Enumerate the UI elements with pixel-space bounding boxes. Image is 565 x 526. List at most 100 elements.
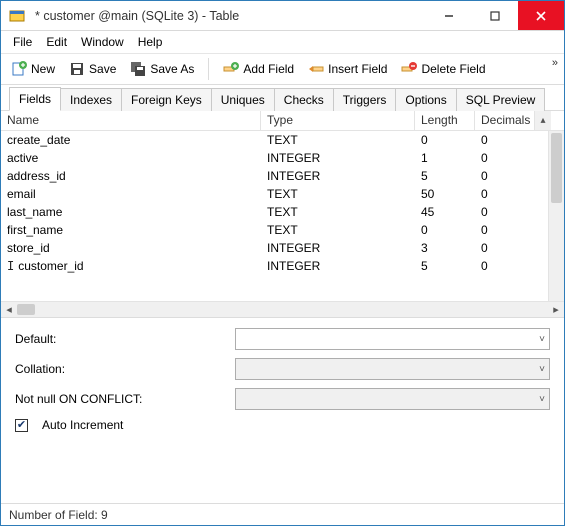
table-row[interactable]: address_id INTEGER50 (1, 167, 564, 185)
cell-length[interactable]: 5 (415, 168, 475, 184)
cell-type[interactable]: INTEGER (261, 240, 415, 256)
table-row[interactable]: email TEXT500 (1, 185, 564, 203)
minimize-button[interactable] (426, 1, 472, 30)
cell-decimals[interactable]: 0 (475, 240, 535, 256)
cell-name[interactable]: email (1, 186, 261, 202)
cell-name[interactable]: Icustomer_id (1, 258, 261, 274)
scroll-up-icon[interactable]: ▴ (535, 111, 551, 130)
check-icon: ✔ (17, 420, 26, 431)
col-name[interactable]: Name (1, 111, 261, 130)
col-decimals[interactable]: Decimals (475, 111, 535, 130)
cell-decimals[interactable]: 0 (475, 222, 535, 238)
app-icon (7, 6, 27, 26)
hscroll-thumb[interactable] (17, 304, 35, 315)
notnull-select[interactable]: ˅ (235, 388, 550, 410)
menu-file[interactable]: File (7, 33, 38, 51)
cell-name[interactable]: address_id (1, 168, 261, 184)
scroll-left-icon[interactable]: ◂ (1, 302, 17, 318)
tab-checks[interactable]: Checks (274, 88, 334, 111)
cell-length[interactable]: 0 (415, 222, 475, 238)
name-text: create_date (7, 133, 70, 147)
menu-window[interactable]: Window (75, 33, 130, 51)
close-button[interactable] (518, 1, 564, 30)
tab-uniques[interactable]: Uniques (211, 88, 275, 111)
cell-decimals[interactable]: 0 (475, 204, 535, 220)
cell-type[interactable]: TEXT (261, 222, 415, 238)
new-label: New (31, 62, 55, 76)
save-as-button[interactable]: Save As (124, 58, 200, 80)
table-row[interactable]: last_nameTEXT450 (1, 203, 564, 221)
tab-foreign-keys[interactable]: Foreign Keys (121, 88, 212, 111)
tab-options[interactable]: Options (395, 88, 456, 111)
cell-decimals[interactable]: 0 (475, 150, 535, 166)
spacer (1, 436, 564, 503)
save-label: Save (89, 62, 116, 76)
cell-name[interactable]: store_id (1, 240, 261, 256)
cell-name[interactable]: active (1, 150, 261, 166)
name-text: address_id (7, 169, 66, 183)
cell-type[interactable]: INTEGER (261, 168, 415, 184)
chevron-down-icon: ˅ (539, 394, 545, 405)
cell-length[interactable]: 5 (415, 258, 475, 274)
menu-edit[interactable]: Edit (40, 33, 73, 51)
maximize-button[interactable] (472, 1, 518, 30)
cell-name[interactable]: last_name (1, 204, 261, 220)
cell-type[interactable]: TEXT (261, 186, 415, 202)
save-as-label: Save As (150, 62, 194, 76)
name-text: email (7, 187, 36, 201)
cell-type[interactable]: TEXT (261, 204, 415, 220)
cell-length[interactable]: 3 (415, 240, 475, 256)
grid-body[interactable]: create_dateTEXT00activeINTEGER10address_… (1, 131, 564, 301)
auto-increment-checkbox[interactable]: ✔ (15, 419, 28, 432)
cell-type[interactable]: INTEGER (261, 150, 415, 166)
cell-length[interactable]: 1 (415, 150, 475, 166)
col-type[interactable]: Type (261, 111, 415, 130)
insert-field-button[interactable]: Insert Field (302, 58, 393, 80)
cell-length[interactable]: 0 (415, 132, 475, 148)
tab-fields[interactable]: Fields (9, 87, 61, 111)
toolbar-overflow-icon[interactable]: » (552, 58, 558, 69)
cell-name[interactable]: first_name (1, 222, 261, 238)
name-text: customer_id (18, 259, 83, 273)
delete-field-button[interactable]: Delete Field (395, 58, 491, 80)
tab-indexes[interactable]: Indexes (60, 88, 122, 111)
row-autoinc: ✔ Auto Increment (15, 418, 550, 432)
status-text: Number of Field: 9 (9, 508, 108, 522)
table-row[interactable]: Icustomer_idINTEGER50 (1, 257, 564, 275)
table-row[interactable]: store_idINTEGER30 (1, 239, 564, 257)
chevron-down-icon: ˅ (539, 364, 545, 375)
vertical-scrollbar[interactable] (548, 131, 564, 301)
text-cursor-icon: I (7, 259, 14, 273)
cell-name[interactable]: create_date (1, 132, 261, 148)
tab-triggers[interactable]: Triggers (333, 88, 397, 111)
scroll-right-icon[interactable]: ▸ (548, 302, 564, 318)
label-notnull: Not null ON CONFLICT: (15, 392, 225, 406)
save-button[interactable]: Save (63, 58, 122, 80)
cell-decimals[interactable]: 0 (475, 258, 535, 274)
col-length[interactable]: Length (415, 111, 475, 130)
cell-length[interactable]: 45 (415, 204, 475, 220)
default-select[interactable]: ˅ (235, 328, 550, 350)
new-button[interactable]: New (5, 58, 61, 80)
table-row[interactable]: create_dateTEXT00 (1, 131, 564, 149)
name-text: first_name (7, 223, 63, 237)
window-title: * customer @main (SQLite 3) - Table (33, 9, 426, 23)
collation-select[interactable]: ˅ (235, 358, 550, 380)
cell-decimals[interactable]: 0 (475, 186, 535, 202)
cell-decimals[interactable]: 0 (475, 168, 535, 184)
tab-sql-preview[interactable]: SQL Preview (456, 88, 546, 111)
cell-decimals[interactable]: 0 (475, 132, 535, 148)
label-autoinc: Auto Increment (42, 418, 123, 432)
table-row[interactable]: activeINTEGER10 (1, 149, 564, 167)
cell-type[interactable]: INTEGER (261, 258, 415, 274)
horizontal-scrollbar[interactable]: ◂ ▸ (1, 301, 564, 317)
add-field-label: Add Field (243, 62, 294, 76)
menu-help[interactable]: Help (132, 33, 169, 51)
cell-length[interactable]: 50 (415, 186, 475, 202)
cell-type[interactable]: TEXT (261, 132, 415, 148)
fields-grid: Name Type Length Decimals ▴ create_date T… (1, 111, 564, 318)
delete-field-icon (401, 61, 417, 77)
scroll-thumb[interactable] (551, 133, 562, 203)
add-field-button[interactable]: Add Field (217, 58, 300, 80)
table-row[interactable]: first_nameTEXT00 (1, 221, 564, 239)
